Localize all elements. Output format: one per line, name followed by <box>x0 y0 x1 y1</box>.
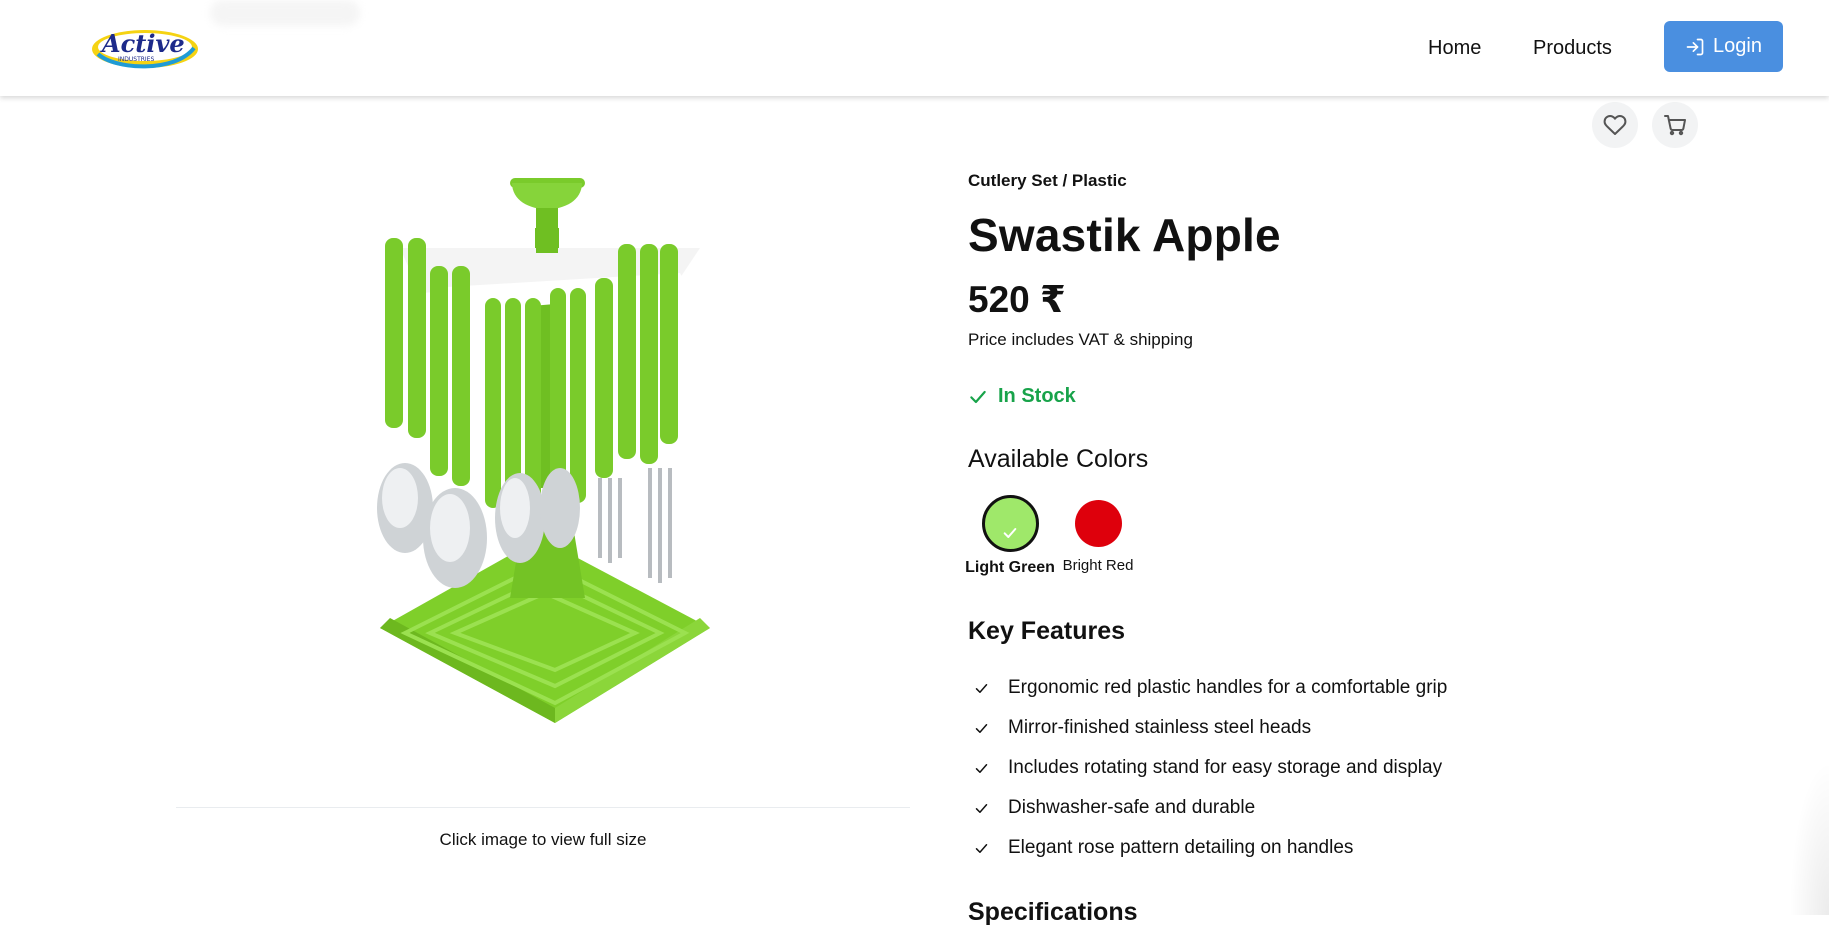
list-item: Mirror-finished stainless steel heads <box>968 708 1447 748</box>
check-icon <box>968 761 1008 776</box>
color-swatch-bright-red[interactable] <box>1074 500 1122 547</box>
nav-products-link[interactable]: Products <box>1533 37 1612 60</box>
login-label: Login <box>1713 35 1762 57</box>
feature-text: Dishwasher-safe and durable <box>1008 797 1256 818</box>
specifications-heading: Specifications <box>968 898 1138 926</box>
price-note: Price includes VAT & shipping <box>968 330 1193 349</box>
list-item: Includes rotating stand for easy storage… <box>968 748 1447 788</box>
stock-status: In Stock <box>968 385 1076 408</box>
list-item: Elegant rose pattern detailing on handle… <box>968 828 1447 868</box>
cart-button[interactable] <box>1652 102 1698 148</box>
image-caption: Click image to view full size <box>439 830 647 849</box>
list-item: Ergonomic red plastic handles for a comf… <box>968 668 1447 708</box>
login-icon <box>1686 38 1704 55</box>
brand-logo[interactable]: Active INDUSTRIES <box>90 18 200 74</box>
nav-home[interactable]: Home <box>1428 0 1481 96</box>
header-decoration <box>210 0 360 26</box>
wishlist-button[interactable] <box>1592 102 1638 148</box>
check-icon <box>968 841 1008 856</box>
features-list: Ergonomic red plastic handles for a comf… <box>968 668 1447 868</box>
feature-text: Elegant rose pattern detailing on handle… <box>1008 837 1354 858</box>
check-icon <box>968 681 1008 696</box>
product-title: Swastik Apple <box>968 209 1281 261</box>
check-icon <box>970 390 986 403</box>
edge-shadow <box>1789 760 1829 915</box>
login-button[interactable]: Login <box>1664 21 1783 72</box>
color-label-light-green: Light Green <box>965 559 1055 576</box>
feature-text: Ergonomic red plastic handles for a comf… <box>1008 677 1448 698</box>
colors-heading: Available Colors <box>968 445 1149 473</box>
color-option-bright-red[interactable]: Bright Red <box>1048 495 1148 574</box>
svg-text:INDUSTRIES: INDUSTRIES <box>118 56 154 63</box>
product-price: 520 ₹ <box>968 279 1066 320</box>
feature-text: Includes rotating stand for easy storage… <box>1008 757 1443 778</box>
check-icon <box>968 721 1008 736</box>
svg-text:Active: Active <box>100 29 185 58</box>
features-heading: Key Features <box>968 617 1126 645</box>
color-swatch-light-green[interactable] <box>981 495 1039 552</box>
nav-products[interactable]: Products <box>1533 0 1612 96</box>
nav-home-link[interactable]: Home <box>1428 37 1481 60</box>
image-divider <box>176 807 910 808</box>
heart-icon <box>1603 115 1627 135</box>
cart-icon <box>1664 115 1686 136</box>
breadcrumb[interactable]: Cutlery Set / Plastic <box>968 171 1127 191</box>
color-option-light-green[interactable]: Light Green <box>960 495 1060 577</box>
check-icon <box>968 801 1008 816</box>
feature-text: Mirror-finished stainless steel heads <box>1008 717 1312 738</box>
list-item: Dishwasher-safe and durable <box>968 788 1447 828</box>
check-icon <box>1003 527 1017 538</box>
color-label-bright-red: Bright Red <box>1062 557 1134 574</box>
site-header: Active INDUSTRIES Home Products Login <box>0 0 1829 96</box>
stock-label: In Stock <box>998 385 1076 407</box>
product-image[interactable] <box>360 178 730 728</box>
